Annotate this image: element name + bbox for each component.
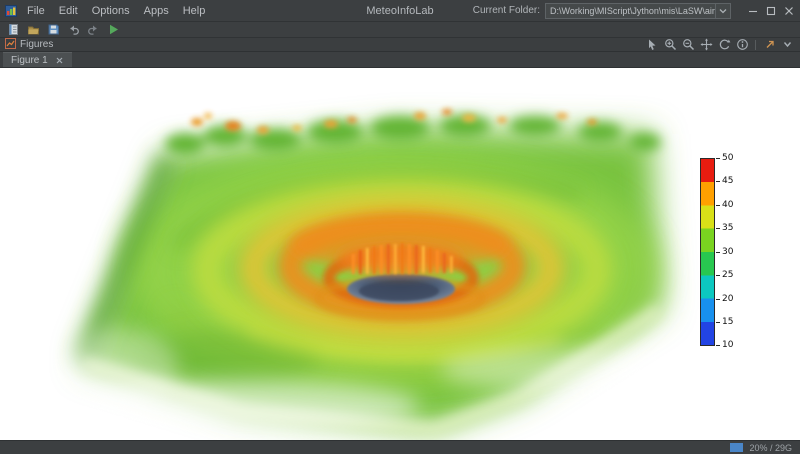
- current-folder-combobox[interactable]: D:\Working\MIScript\Jython\mis\LaSW\airs…: [545, 2, 731, 19]
- colorbar-tick-mark: [716, 252, 720, 253]
- chevron-down-icon[interactable]: [715, 3, 730, 18]
- menu-options[interactable]: Options: [85, 0, 137, 21]
- colorbar-tick-mark: [716, 181, 720, 182]
- figure-tools: [644, 38, 795, 51]
- menu-apps[interactable]: Apps: [137, 0, 176, 21]
- zoom-out-icon[interactable]: [680, 38, 696, 51]
- memory-usage-text: 20% / 29G: [749, 442, 792, 453]
- pan-icon[interactable]: [698, 38, 714, 51]
- current-folder-label: Current Folder:: [472, 5, 540, 16]
- select-arrow-icon[interactable]: [644, 38, 660, 51]
- rotate-icon[interactable]: [716, 38, 732, 51]
- minimize-button[interactable]: [744, 1, 762, 21]
- colorbar-tick-mark: [716, 322, 720, 323]
- menu-file[interactable]: File: [20, 0, 52, 21]
- undo-icon[interactable]: [64, 22, 82, 37]
- status-bar: 20% / 29G: [0, 440, 800, 454]
- toolbar-divider: [755, 39, 756, 50]
- colorbar-tick-label: 30: [722, 247, 734, 257]
- tab-close-icon[interactable]: [55, 56, 64, 65]
- colorbar-tick-label: 15: [722, 317, 734, 327]
- colorbar-tick-mark: [716, 158, 720, 159]
- colorbar-gradient: [700, 158, 715, 346]
- run-script-icon[interactable]: [104, 22, 122, 37]
- new-script-icon[interactable]: [4, 22, 22, 37]
- info-icon[interactable]: [734, 38, 750, 51]
- figures-panel-header: Figures: [0, 37, 800, 52]
- close-button[interactable]: [780, 1, 798, 21]
- volume-rendering-figure: [58, 109, 680, 438]
- figures-panel-icon: [5, 37, 16, 52]
- colorbar-tick-label: 35: [722, 223, 734, 233]
- colorbar-tick-mark: [716, 205, 720, 206]
- save-icon[interactable]: [44, 22, 62, 37]
- colorbar-tick-label: 25: [722, 270, 734, 280]
- float-window-icon[interactable]: [761, 38, 777, 51]
- current-folder-group: Current Folder: D:\Working\MIScript\Jyth…: [473, 1, 800, 21]
- colorbar-tick-label: 45: [722, 176, 734, 186]
- colorbar-tick-label: 50: [722, 153, 734, 163]
- figures-panel-title: Figures: [20, 39, 54, 50]
- memory-usage-bar: [730, 443, 744, 452]
- colorbar-tick-label: 10: [722, 340, 734, 350]
- open-file-icon[interactable]: [24, 22, 42, 37]
- hide-panel-icon[interactable]: [779, 38, 795, 51]
- figure-tab-bar: Figure 1: [0, 52, 800, 68]
- current-folder-value: D:\Working\MIScript\Jython\mis\LaSW\airs…: [550, 5, 715, 16]
- colorbar-tick-mark: [716, 299, 720, 300]
- main-toolbar: [0, 22, 800, 38]
- meteoinfolab-window: File Edit Options Apps Help MeteoInfoLab…: [0, 0, 800, 454]
- colorbar-tick-mark: [716, 275, 720, 276]
- zoom-in-icon[interactable]: [662, 38, 678, 51]
- menu-edit[interactable]: Edit: [52, 0, 85, 21]
- tab-label: Figure 1: [11, 54, 48, 66]
- title-bar: File Edit Options Apps Help MeteoInfoLab…: [0, 0, 800, 22]
- window-controls: [744, 1, 798, 21]
- redo-icon[interactable]: [84, 22, 102, 37]
- colorbar-tick-mark: [716, 228, 720, 229]
- colorbar-tick-mark: [716, 345, 720, 346]
- figure-canvas[interactable]: 50 45 40 35 30 25 20 15 10: [0, 68, 800, 440]
- maximize-button[interactable]: [762, 1, 780, 21]
- tab-figure-1[interactable]: Figure 1: [3, 52, 72, 67]
- app-logo-icon: [4, 4, 18, 18]
- colorbar-tick-label: 40: [722, 200, 734, 210]
- colorbar-tick-label: 20: [722, 294, 734, 304]
- menu-help[interactable]: Help: [176, 0, 213, 21]
- menu-bar: File Edit Options Apps Help: [20, 0, 212, 21]
